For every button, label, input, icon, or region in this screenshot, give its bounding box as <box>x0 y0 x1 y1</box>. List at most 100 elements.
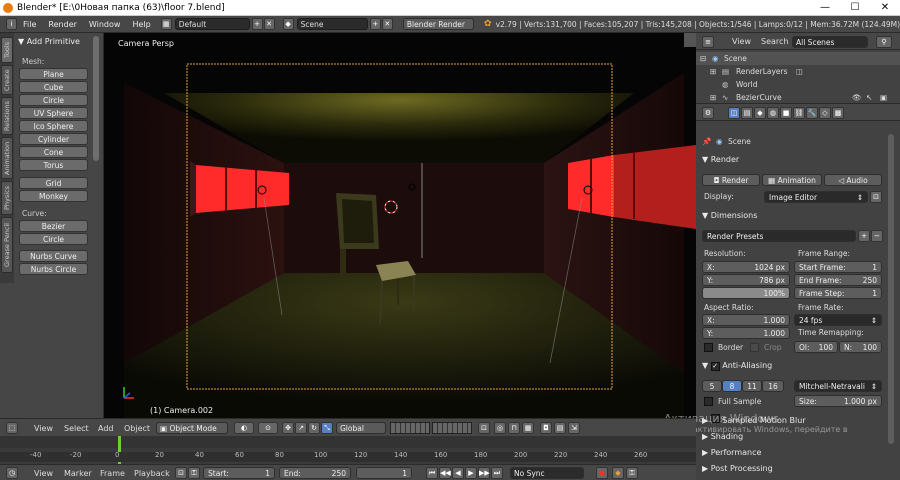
opengl-animation-icon[interactable]: ▤ <box>554 422 566 434</box>
record-icon[interactable]: ● <box>596 467 608 479</box>
viewport-menu-select[interactable]: Select <box>64 424 89 433</box>
add-preset-icon[interactable]: + <box>858 230 870 242</box>
render-panel-header[interactable]: ▼ Render <box>696 153 892 167</box>
scene-context-icon[interactable]: ◆ <box>754 107 766 119</box>
manipulator-toggle-icon[interactable]: ✥ <box>282 422 294 434</box>
add-ico-sphere-button[interactable]: Ico Sphere <box>19 120 88 132</box>
aa-samples-11-button[interactable]: 11 <box>742 380 762 392</box>
menu-window[interactable]: Window <box>83 20 127 29</box>
remove-screen-icon[interactable]: ✕ <box>263 18 275 30</box>
border-checkbox[interactable] <box>704 343 713 352</box>
scene-field[interactable]: Scene <box>296 18 368 30</box>
lock-layers-icon[interactable]: ⊡ <box>478 422 490 434</box>
add-torus-button[interactable]: Torus <box>19 159 88 171</box>
pivot-point-icon[interactable]: ⊙ <box>258 422 278 434</box>
menu-render[interactable]: Render <box>42 20 82 29</box>
resolution-x-field[interactable]: X: 1024 px <box>702 261 790 273</box>
menu-help[interactable]: Help <box>126 20 156 29</box>
resolution-y-field[interactable]: Y: 786 px <box>702 274 790 286</box>
add-uv-sphere-button[interactable]: UV Sphere <box>19 107 88 119</box>
screen-layout-icon[interactable]: ▦ <box>160 18 172 30</box>
remap-new-field[interactable]: N: 100 <box>839 341 882 353</box>
add-cylinder-button[interactable]: Cylinder <box>19 133 88 145</box>
snap-element-icon[interactable]: ▦ <box>522 422 534 434</box>
keying-set-icon[interactable]: ⚿ <box>626 467 638 479</box>
add-scene-icon[interactable]: + <box>369 18 381 30</box>
render-presets-select[interactable]: Render Presets <box>702 230 856 242</box>
end-frame-field[interactable]: End Frame: 250 <box>794 274 882 286</box>
render-image-button[interactable]: ◘ Render <box>702 174 760 186</box>
tab-tools[interactable]: Tools <box>1 37 13 63</box>
maximize-button[interactable]: ☐ <box>840 0 870 16</box>
expand-icon[interactable]: ⊟ <box>700 52 706 65</box>
world-context-icon[interactable]: ◍ <box>767 107 779 119</box>
transform-orientation-select[interactable]: Global <box>336 422 386 434</box>
tab-create[interactable]: Create <box>1 65 13 95</box>
snap-toggle-icon[interactable]: ⊓ <box>508 422 520 434</box>
remove-scene-icon[interactable]: ✕ <box>381 18 393 30</box>
viewport-shading-icon[interactable]: ◐ <box>234 422 254 434</box>
add-nurbs-circle-button[interactable]: Nurbs Circle <box>19 263 88 275</box>
aspect-x-field[interactable]: X: 1.000 <box>702 314 790 326</box>
interaction-mode-select[interactable]: ▣ Object Mode <box>156 422 228 434</box>
search-icon[interactable]: ⚲ <box>876 36 892 48</box>
resolution-percentage-slider[interactable]: 100% <box>702 287 790 299</box>
tool-shelf-scrollbar[interactable] <box>93 36 99 161</box>
3d-viewport[interactable]: Camera Persp (1) Camera.002 <box>104 33 696 418</box>
timeline-menu-frame[interactable]: Frame <box>100 469 125 478</box>
tab-physics[interactable]: Physics <box>1 181 13 215</box>
aa-filter-select[interactable]: Mitchell-Netravali ⇕ <box>794 380 882 392</box>
outliner-search-menu[interactable]: Search <box>761 37 788 46</box>
aa-samples-5-button[interactable]: 5 <box>702 380 722 392</box>
opengl-render-icon[interactable]: ◘ <box>540 422 552 434</box>
anti-aliasing-checkbox[interactable]: ✓ <box>710 362 720 371</box>
constraints-context-icon[interactable]: ⛓ <box>793 107 805 119</box>
lock-range-icon[interactable]: ⚿ <box>188 467 200 479</box>
add-curve-circle-button[interactable]: Circle <box>19 233 88 245</box>
viewport-menu-view[interactable]: View <box>34 424 53 433</box>
translate-manipulator-icon[interactable]: ↗ <box>295 422 307 434</box>
full-sample-checkbox[interactable] <box>704 397 713 406</box>
render-context-icon[interactable]: ◫ <box>728 107 740 119</box>
jump-key-back-icon[interactable]: ◀◀ <box>439 467 451 479</box>
close-button[interactable]: ✕ <box>870 0 900 16</box>
timeline-end-field[interactable]: End: 250 <box>279 467 351 479</box>
scene-icon[interactable]: ◆ <box>282 18 294 30</box>
outliner-item-scene[interactable]: Scene <box>724 52 747 65</box>
timeline-menu-playback[interactable]: Playback <box>134 469 170 478</box>
modifiers-context-icon[interactable]: 🔧 <box>806 107 818 119</box>
remove-preset-icon[interactable]: − <box>871 230 883 242</box>
viewport-menu-add[interactable]: Add <box>98 424 114 433</box>
crop-checkbox[interactable] <box>750 343 759 352</box>
post-processing-panel-header[interactable]: ▶ Post Processing <box>696 462 892 476</box>
add-cube-button[interactable]: Cube <box>19 81 88 93</box>
timeline-editor-icon[interactable]: ◷ <box>6 467 18 479</box>
add-cone-button[interactable]: Cone <box>19 146 88 158</box>
editor-type-icon[interactable]: i <box>6 18 18 30</box>
add-bezier-button[interactable]: Bezier <box>19 220 88 232</box>
current-frame-field[interactable]: 1 <box>356 467 412 479</box>
add-grid-button[interactable]: Grid <box>19 177 88 189</box>
rotate-manipulator-icon[interactable]: ↻ <box>308 422 320 434</box>
sync-mode-select[interactable]: No Sync <box>510 467 584 479</box>
properties-editor-icon[interactable]: ⚙ <box>702 107 714 119</box>
tab-grease-pencil[interactable]: Grease Pencil <box>1 217 13 273</box>
anti-aliasing-panel-header[interactable]: ▼ ✓ Anti-Aliasing <box>696 359 892 373</box>
play-reverse-icon[interactable]: ◀ <box>452 467 464 479</box>
render-audio-button[interactable]: ◁ Audio <box>824 174 882 186</box>
aa-samples-8-button[interactable]: 8 <box>722 380 742 392</box>
layers-grid-1[interactable] <box>390 422 430 434</box>
object-context-icon[interactable]: ■ <box>780 107 792 119</box>
add-screen-icon[interactable]: + <box>251 18 263 30</box>
screen-layout-field[interactable]: Default <box>174 18 250 30</box>
outliner-item-world[interactable]: World <box>736 78 758 91</box>
menu-file[interactable]: File <box>17 20 42 29</box>
add-plane-button[interactable]: Plane <box>19 68 88 80</box>
proportional-edit-icon[interactable]: ◎ <box>494 422 506 434</box>
start-frame-field[interactable]: Start Frame: 1 <box>794 261 882 273</box>
outliner-editor-icon[interactable]: ≡ <box>702 36 714 48</box>
add-circle-button[interactable]: Circle <box>19 94 88 106</box>
performance-panel-header[interactable]: ▶ Performance <box>696 446 892 460</box>
toggle-view-icon[interactable]: ⇲ <box>568 422 580 434</box>
tab-animation[interactable]: Animation <box>1 137 13 179</box>
